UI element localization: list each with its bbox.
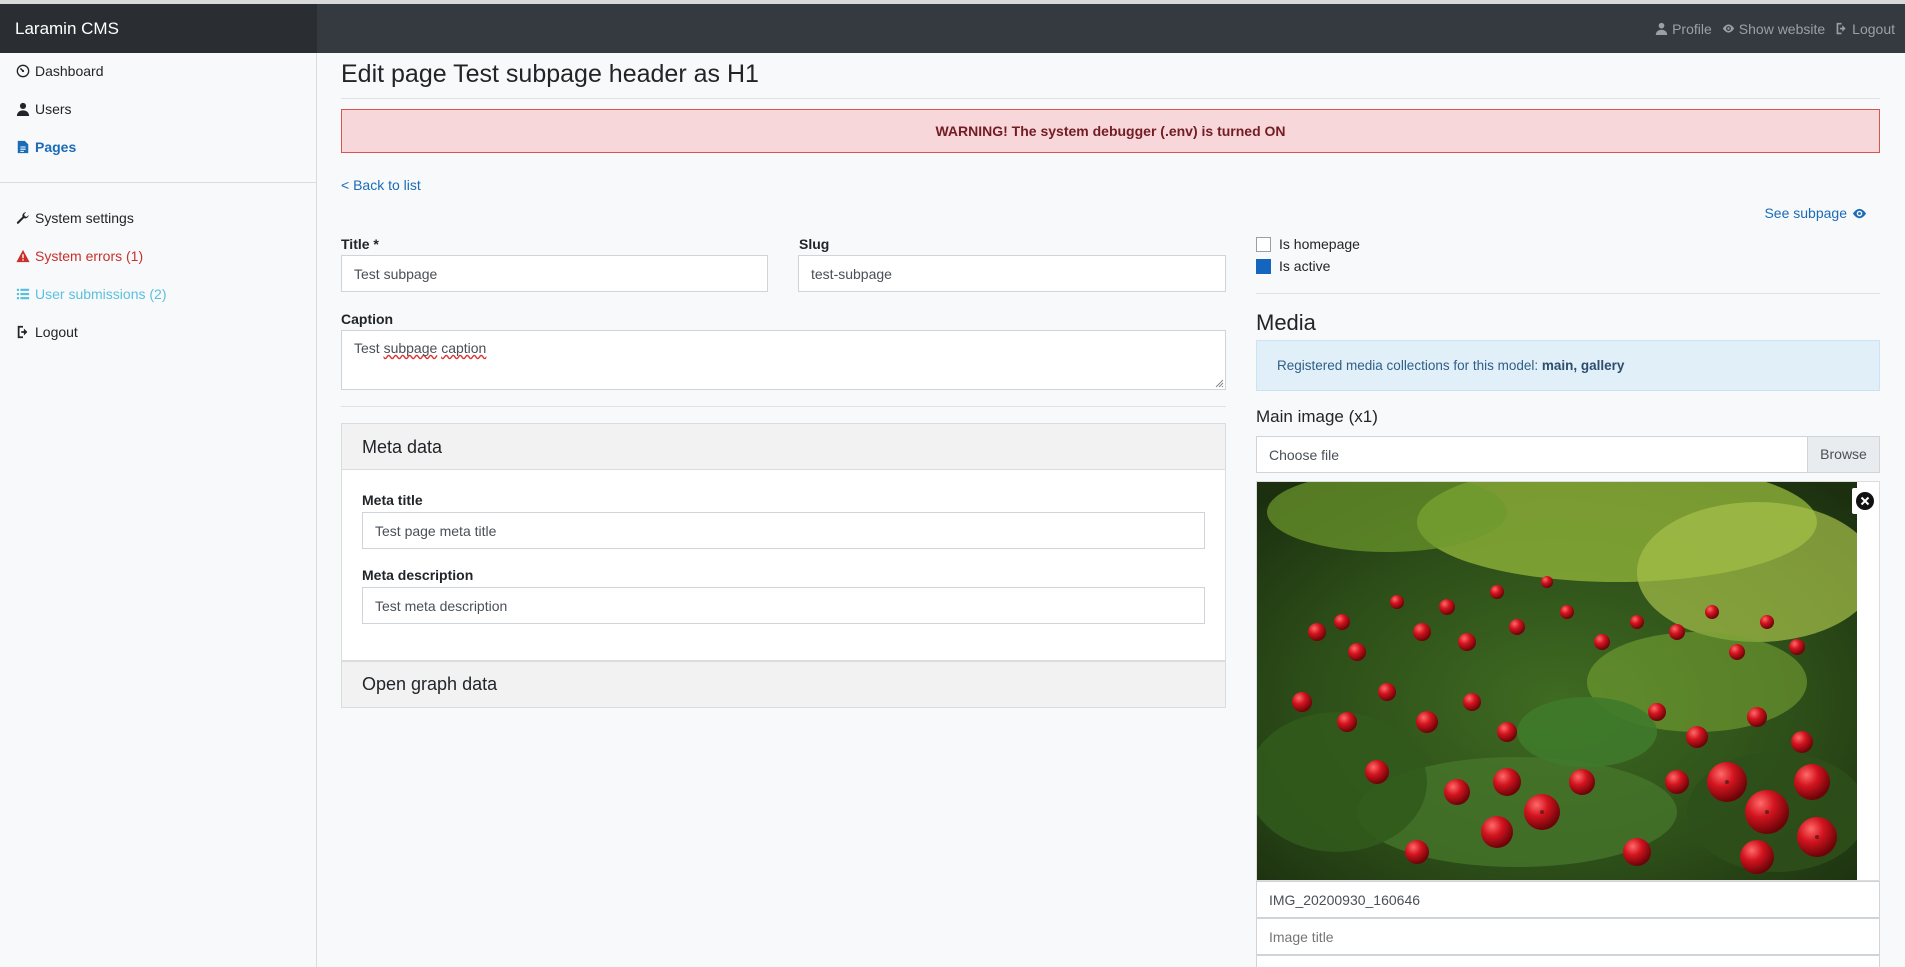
main-image-label: Main image (x1) bbox=[1256, 407, 1378, 426]
eye-icon bbox=[1722, 24, 1734, 33]
caption-text-word: caption bbox=[441, 340, 487, 356]
checkbox-box-checked[interactable] bbox=[1256, 258, 1271, 274]
sidebar-item-label: System errors (1) bbox=[35, 248, 144, 264]
main-image-preview bbox=[1256, 481, 1880, 881]
brand-logo[interactable]: Laramin CMS bbox=[0, 4, 317, 53]
info-collections: main, gallery bbox=[1541, 358, 1625, 373]
title-input[interactable] bbox=[341, 255, 768, 292]
caption-text-word: subpage bbox=[383, 340, 438, 356]
image-next-field[interactable] bbox=[1256, 955, 1880, 967]
file-input-placeholder: Choose file bbox=[1269, 447, 1340, 463]
logout-icon bbox=[1836, 22, 1846, 35]
sidebar-item-label: Users bbox=[35, 101, 72, 117]
sidebar-item-system-settings[interactable]: System settings bbox=[16, 210, 134, 226]
logout-label: Logout bbox=[1852, 20, 1895, 37]
open-graph-card: Open graph data bbox=[341, 661, 1226, 708]
slug-input[interactable] bbox=[798, 255, 1226, 292]
title-divider bbox=[341, 98, 1880, 99]
form-divider bbox=[341, 406, 1226, 407]
is-active-label: Is active bbox=[1279, 258, 1331, 274]
berries-photo bbox=[1257, 482, 1857, 880]
profile-link[interactable]: Profile bbox=[1655, 21, 1712, 37]
logout-icon bbox=[17, 325, 28, 339]
user-icon bbox=[16, 102, 30, 116]
sidebar-item-pages[interactable]: Pages bbox=[16, 139, 76, 155]
slug-label: Slug bbox=[799, 236, 830, 252]
sidebar-divider bbox=[0, 182, 316, 183]
back-to-list-link[interactable]: < Back to list bbox=[341, 177, 421, 193]
main-image-file-input[interactable]: Choose file Browse bbox=[1256, 436, 1880, 473]
page-title: Edit page Test subpage header as H1 bbox=[341, 60, 759, 88]
sidebar-item-user-submissions[interactable]: User submissions (2) bbox=[16, 286, 166, 302]
top-nav: Profile Show website Logout bbox=[1645, 4, 1895, 53]
meta-data-heading[interactable]: Meta data bbox=[342, 424, 1225, 470]
sidebar-item-dashboard[interactable]: Dashboard bbox=[16, 63, 104, 79]
show-website-label: Show website bbox=[1738, 20, 1826, 37]
see-subpage-link[interactable]: See subpage bbox=[1764, 205, 1867, 221]
caption-text-prefix: Test bbox=[354, 340, 384, 356]
image-title-input[interactable] bbox=[1256, 918, 1880, 955]
media-collections-info: Registered media collections for this mo… bbox=[1256, 340, 1880, 391]
right-divider bbox=[1256, 293, 1880, 294]
is-active-checkbox[interactable]: Is active bbox=[1256, 258, 1330, 274]
sidebar-item-label: Logout bbox=[35, 324, 78, 340]
sidebar-item-system-errors[interactable]: System errors (1) bbox=[16, 248, 143, 264]
caption-textarea[interactable]: Test subpage caption bbox=[341, 330, 1226, 390]
remove-image-button[interactable] bbox=[1852, 488, 1878, 514]
debugger-warning-alert: WARNING! The system debugger (.env) is t… bbox=[341, 109, 1880, 153]
checkbox-box[interactable] bbox=[1256, 236, 1271, 252]
meta-description-input[interactable] bbox=[362, 587, 1205, 624]
sidebar-item-logout[interactable]: Logout bbox=[16, 324, 78, 340]
sidebar-item-label: User submissions (2) bbox=[35, 286, 167, 302]
info-text: Registered media collections for this mo… bbox=[1277, 358, 1542, 373]
sidebar-item-label: System settings bbox=[35, 210, 134, 226]
see-subpage-label: See subpage bbox=[1764, 205, 1847, 221]
is-homepage-label: Is homepage bbox=[1279, 236, 1360, 252]
title-label: Title * bbox=[341, 236, 379, 252]
sidebar-item-label: Pages bbox=[35, 139, 77, 155]
sidebar-item-users[interactable]: Users bbox=[16, 101, 72, 117]
resize-grip-icon[interactable] bbox=[1215, 379, 1224, 388]
file-icon bbox=[17, 140, 29, 154]
show-website-link[interactable]: Show website bbox=[1722, 21, 1825, 37]
browse-button[interactable]: Browse bbox=[1807, 437, 1879, 472]
warning-icon bbox=[16, 249, 30, 263]
open-graph-heading[interactable]: Open graph data bbox=[342, 662, 1225, 707]
caption-label: Caption bbox=[341, 311, 394, 327]
profile-label: Profile bbox=[1672, 20, 1712, 37]
sidebar-item-label: Dashboard bbox=[35, 63, 104, 79]
user-icon bbox=[1655, 22, 1668, 35]
meta-description-label: Meta description bbox=[362, 567, 474, 583]
meta-title-label: Meta title bbox=[362, 492, 423, 508]
image-filename-input[interactable] bbox=[1256, 881, 1880, 918]
list-icon bbox=[16, 288, 30, 300]
logout-link-top[interactable]: Logout bbox=[1835, 21, 1895, 37]
wrench-icon bbox=[16, 212, 29, 224]
close-icon bbox=[1856, 492, 1874, 510]
media-heading: Media bbox=[1256, 310, 1316, 335]
eye-icon bbox=[1852, 208, 1867, 218]
sidebar: Dashboard Users Pages System settings Sy… bbox=[0, 53, 317, 967]
meta-title-input[interactable] bbox=[362, 512, 1205, 549]
dashboard-icon bbox=[16, 64, 30, 78]
is-homepage-checkbox[interactable]: Is homepage bbox=[1256, 236, 1360, 252]
top-navbar: Laramin CMS Profile Show website Logout bbox=[0, 4, 1905, 53]
